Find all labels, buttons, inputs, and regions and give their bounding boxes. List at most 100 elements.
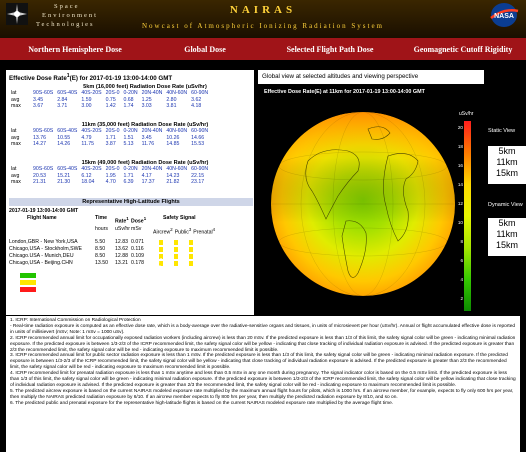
row-label-max: max <box>11 141 21 147</box>
nasa-logo-icon[interactable]: NASA <box>488 2 520 28</box>
prenatal-signal-indicator <box>189 247 193 253</box>
lat-band: 40S-20S <box>81 166 102 172</box>
lat-band: 60S-40S <box>57 166 78 172</box>
max-value: 21.30 <box>57 179 71 185</box>
public-signal-indicator <box>174 240 178 246</box>
legend-aircrew-sup: 2 <box>91 257 94 262</box>
lat-band: 40N-60N <box>166 166 188 172</box>
site-header: Space Environment Technologies NAIRAS No… <box>0 0 526 38</box>
colorbar-tick-label: 16 <box>457 163 463 168</box>
lat-band: 20S-0 <box>105 166 120 172</box>
max-value: 6.39 <box>123 179 134 185</box>
col-dose: Dose1 <box>131 215 153 226</box>
site-title: NAIRAS <box>229 4 297 16</box>
col-public: Public3 <box>173 226 192 237</box>
nav-selected-flight-path-dose[interactable]: Selected Flight Path Dose <box>260 45 400 54</box>
static-15km-button[interactable]: 15km <box>488 168 526 179</box>
global-view-panel: Global view at selected altitudes and vi… <box>258 70 526 315</box>
flight-rate: 13.62 <box>115 246 128 253</box>
colorbar-tick-label: 12 <box>457 201 463 206</box>
legend-threshold: 0.330-0.670mSv <box>140 279 179 285</box>
dose-table: lat 90S-60S 60S-40S 40S-20S 20S-0 0-20N 20N-4… <box>9 128 210 148</box>
static-5km-button[interactable]: 5km <box>488 146 526 157</box>
row-label-max: max <box>11 179 21 185</box>
static-view-label: Static View <box>488 128 516 134</box>
max-value: 18.04 <box>81 179 95 185</box>
legend-prenatal-sub: one_trip <box>202 264 221 270</box>
lat-band: 60-90N <box>191 128 209 134</box>
colorbar-tick-label: 2 <box>460 296 463 301</box>
col-dose-sup: 1 <box>143 216 147 221</box>
lat-band: 60-90N <box>191 166 209 172</box>
nav-northern-hemisphere-dose[interactable]: Northern Hemisphere Dose <box>0 45 150 54</box>
colorbar-tick-label: 10 <box>457 220 463 225</box>
main-nav: Northern Hemisphere Dose Global Dose Sel… <box>0 38 526 60</box>
max-value: 15.53 <box>191 141 205 147</box>
flight-dose: 0.116 <box>131 246 144 253</box>
col-rate-sup: 1 <box>126 216 129 221</box>
col-prenatal-text: Prenatal <box>193 229 213 236</box>
max-value: 14.26 <box>57 141 71 147</box>
colorbar-unit: uSv/hr <box>459 111 474 117</box>
flight-name: Chicago,USA - Stockholm,SWE <box>9 246 82 253</box>
legend-threshold: 0-0.330mSv <box>140 272 168 278</box>
legend-public-sup: 3 <box>159 257 162 262</box>
colorbar-tick-label: 8 <box>460 239 463 244</box>
legend-threshold: >0.670mSv <box>140 286 167 292</box>
dynamic-11km-button[interactable]: 11km <box>488 229 526 240</box>
legend-public-sub: one_trip <box>142 264 161 270</box>
legend-signal-swatch <box>20 287 36 292</box>
colorbar-tick-label: 18 <box>457 144 463 149</box>
col-prenatal: Prenatal4 <box>191 226 215 237</box>
max-value: 17.37 <box>141 179 155 185</box>
unit-hours: hours <box>95 225 108 232</box>
colorbar-tick-label: 14 <box>457 182 463 187</box>
legend-threshold: 0.167-0.333mSv <box>198 279 237 285</box>
nasa-logo-text: NASA <box>494 13 514 20</box>
max-value: 5.13 <box>123 141 134 147</box>
dynamic-15km-button[interactable]: 15km <box>488 240 526 251</box>
nav-geomagnetic-cutoff-rigidity[interactable]: Geomagnetic Cutoff Rigidity <box>400 45 526 54</box>
col-time: Time <box>95 215 108 221</box>
max-value: 11.75 <box>81 141 95 147</box>
global-view-title: Global view at selected altitudes and vi… <box>258 70 484 84</box>
unit-msv: mSv <box>131 225 142 232</box>
flights-title: Representative High-Latitude Flights <box>9 198 253 206</box>
lat-band: 90S-60S <box>33 166 54 172</box>
row-label-max: max <box>11 103 21 109</box>
legend-threshold: 0-6.0mSv <box>68 272 91 278</box>
safety-signal-legend: Signal Aircrew2 Public3 Prenatal4 Max_An… <box>6 257 254 293</box>
max-value: 1.42 <box>105 103 116 109</box>
flight-row: Chicago,USA - Stockholm,SWE 8.50 13.62 0.11… <box>9 246 253 253</box>
max-value: 21.31 <box>33 179 46 185</box>
colorbar <box>464 121 471 311</box>
footnote: 6. The predicted public and prenatal exp… <box>10 400 394 406</box>
nav-global-dose[interactable]: Global Dose <box>150 45 260 54</box>
lat-band: 20S-0 <box>105 128 120 134</box>
col-public-text: Public <box>174 229 189 236</box>
dynamic-5km-button[interactable]: 5km <box>488 218 526 229</box>
max-value: 4.70 <box>105 179 116 185</box>
max-value: 3.03 <box>141 103 152 109</box>
flight-name: London,GBR - New York,USA <box>9 239 78 246</box>
lat-band: 60-90N <box>191 90 209 96</box>
footnote: 2. ICRP recommended annual limit for occ… <box>10 335 516 353</box>
legend-threshold: 0-0.167mSv <box>198 272 226 278</box>
flight-hours: 5.50 <box>95 239 106 246</box>
lat-band: 40S-20S <box>81 128 102 134</box>
aircrew-signal-indicator <box>159 247 163 253</box>
legend-prenatal-sup: 4 <box>222 257 225 262</box>
static-11km-button[interactable]: 11km <box>488 157 526 168</box>
flight-signals <box>153 239 193 246</box>
legend-signal-swatch <box>20 280 36 285</box>
lat-band: 40N-60N <box>166 128 188 134</box>
unit-usv-hr: uSv/hr <box>115 225 130 232</box>
legend-signal-swatch <box>20 273 36 278</box>
col-rate: Rate1 <box>109 215 131 226</box>
static-view-altitudes: 5km 11km 15km <box>488 146 526 184</box>
dynamic-view-label: Dynamic View <box>488 202 523 208</box>
col-prenatal-sup: 4 <box>212 226 216 232</box>
max-value: 4.18 <box>191 103 202 109</box>
max-value: 3.71 <box>57 103 68 109</box>
footnote: - Real-time radiation exposure is comput… <box>10 323 516 335</box>
